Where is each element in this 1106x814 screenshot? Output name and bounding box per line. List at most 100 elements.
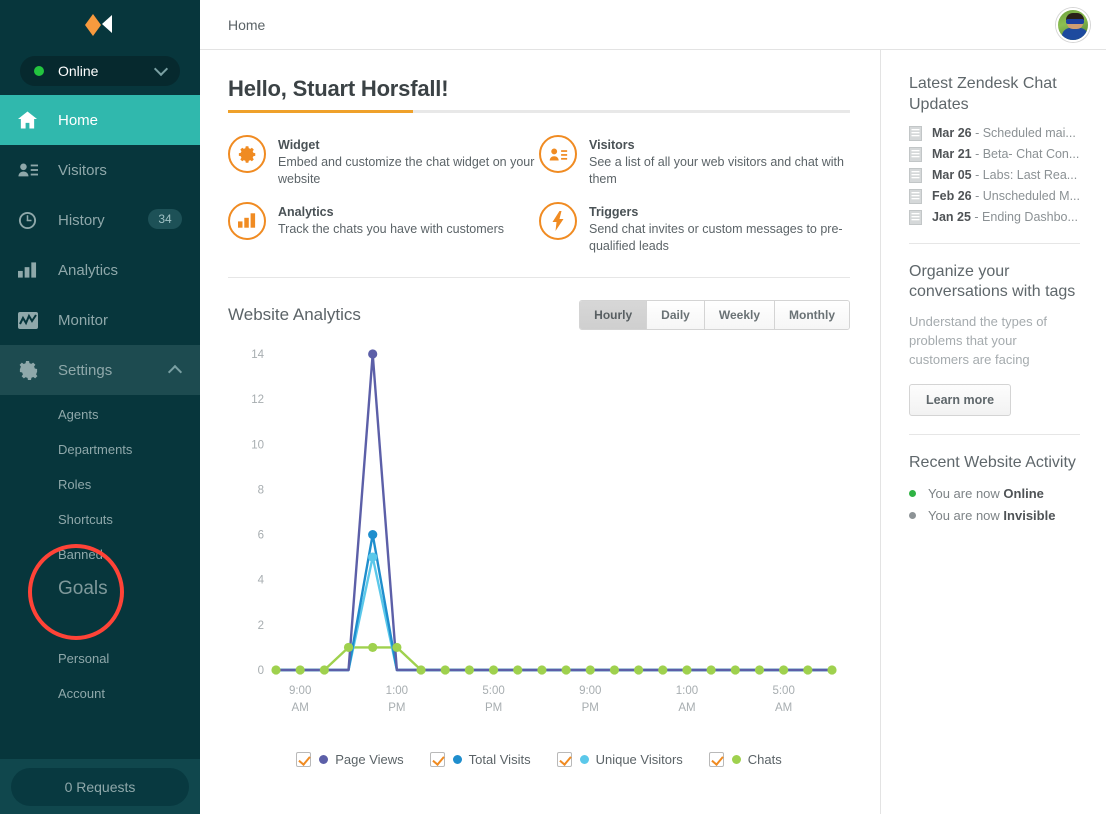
- bar-chart-icon: [18, 262, 44, 278]
- tab-weekly[interactable]: Weekly: [704, 300, 775, 329]
- sidebar-item-personal[interactable]: Personal: [0, 641, 200, 676]
- status-selector[interactable]: Online: [20, 56, 180, 86]
- update-text: Mar 21 - Beta- Chat Con...: [932, 147, 1080, 162]
- learn-more-button[interactable]: Learn more: [909, 383, 1012, 416]
- sidebar-item-agents[interactable]: Agents: [0, 397, 200, 432]
- sidebar-item-shortcuts-label: Shortcuts: [58, 512, 113, 527]
- sidebar-item-departments-label: Departments: [58, 442, 133, 457]
- chart-line-chats: [274, 645, 834, 671]
- sidebar-item-account[interactable]: Account: [0, 676, 200, 711]
- legend-color-dot: [452, 754, 462, 764]
- legend-item-total-visits[interactable]: Total Visits: [429, 751, 531, 767]
- breadcrumb: Home: [228, 16, 266, 33]
- legend-checkbox[interactable]: [556, 751, 572, 767]
- y-axis-tick-label: 8: [258, 484, 264, 496]
- update-item[interactable]: Jan 25 - Ending Dashbo...: [909, 209, 1080, 225]
- quick-link-analytics[interactable]: Analytics Track the chats you have with …: [228, 201, 539, 255]
- sidebar-item-roles[interactable]: Roles: [0, 467, 200, 502]
- tab-hourly[interactable]: Hourly: [580, 300, 648, 329]
- chart-point: [416, 664, 426, 675]
- bolt-icon: [539, 201, 577, 240]
- tab-monthly[interactable]: Monthly: [775, 300, 849, 329]
- update-item[interactable]: Mar 05 - Labs: Last Rea...: [909, 167, 1080, 183]
- requests-bar: 0 Requests: [0, 759, 200, 814]
- tab-daily[interactable]: Daily: [647, 300, 705, 329]
- x-axis-tick-period: AM: [678, 702, 695, 714]
- sidebar-item-home[interactable]: Home: [0, 95, 200, 145]
- y-axis-tick-label: 0: [258, 665, 264, 677]
- zendesk-chat-logo: [79, 12, 121, 38]
- sidebar-item-visitors[interactable]: Visitors: [0, 145, 200, 195]
- activity-state: Online: [1003, 485, 1044, 501]
- legend-checkbox[interactable]: [708, 751, 724, 767]
- quick-link-triggers[interactable]: Triggers Send chat invites or custom mes…: [539, 201, 850, 255]
- chart-point: [730, 664, 740, 675]
- avatar-body: [1062, 27, 1088, 40]
- legend-label: Unique Visitors: [595, 751, 683, 767]
- chart-point: [682, 664, 692, 675]
- chart-point: [368, 529, 378, 539]
- x-axis-tick-label: 1:00: [676, 685, 698, 697]
- update-date: Jan 25: [932, 210, 971, 225]
- sidebar-item-departments[interactable]: Departments: [0, 432, 200, 467]
- legend-item-unique-visitors[interactable]: Unique Visitors: [556, 751, 683, 767]
- chart-legend: Page Views Total Visits Unique Visitors Cha…: [228, 751, 850, 767]
- sidebar-item-settings[interactable]: Settings: [0, 345, 200, 395]
- chart-point: [634, 664, 644, 675]
- legend-item-page-views[interactable]: Page Views: [296, 751, 404, 767]
- sidebar-item-analytics[interactable]: Analytics: [0, 245, 200, 295]
- y-axis-tick-label: 4: [258, 574, 265, 586]
- x-axis-tick-label: 9:00: [579, 685, 601, 697]
- quick-link-visitors-desc: See a list of all your web visitors and …: [589, 155, 844, 186]
- y-axis-tick-label: 12: [251, 394, 264, 406]
- sidebar-item-goals[interactable]: Goals: [0, 544, 200, 640]
- document-icon: [909, 188, 922, 204]
- legend-checkbox[interactable]: [296, 751, 312, 767]
- quick-link-visitors-body: Visitors See a list of all your web visi…: [589, 135, 850, 188]
- legend-item-chats[interactable]: Chats: [708, 751, 782, 767]
- activity-item: You are now Invisible: [909, 508, 1080, 523]
- main-area: Home Hello, Stuart Horsfall! Widget Embe…: [200, 0, 1106, 814]
- legend-checkbox[interactable]: [429, 751, 445, 767]
- update-item[interactable]: Feb 26 - Unscheduled M...: [909, 188, 1080, 204]
- quick-link-analytics-body: Analytics Track the chats you have with …: [278, 202, 539, 255]
- home-icon: [18, 111, 44, 129]
- quick-link-analytics-desc: Track the chats you have with customers: [278, 221, 505, 236]
- x-axis-tick-label: 5:00: [482, 685, 504, 697]
- chart-point: [488, 664, 499, 675]
- quick-link-triggers-desc: Send chat invites or custom messages to …: [589, 221, 843, 253]
- chart-point: [368, 642, 378, 652]
- chart-point: [513, 664, 523, 675]
- app-root: Online Home Visitors History 34 Analytic…: [0, 0, 1106, 814]
- chart-point: [440, 664, 450, 675]
- sidebar-item-monitor-label: Monitor: [58, 311, 109, 329]
- x-axis-tick-period: PM: [485, 702, 502, 714]
- sidebar-item-shortcuts[interactable]: Shortcuts: [0, 502, 200, 537]
- document-icon: [909, 167, 922, 183]
- update-text: Mar 26 - Scheduled mai...: [932, 126, 1076, 141]
- status-label: Online: [58, 63, 99, 79]
- bar-chart-icon: [228, 201, 266, 240]
- update-item[interactable]: Mar 26 - Scheduled mai...: [909, 125, 1080, 141]
- sidebar-item-monitor[interactable]: Monitor: [0, 295, 200, 345]
- update-item[interactable]: Mar 21 - Beta- Chat Con...: [909, 146, 1080, 162]
- analytics-title: Website Analytics: [228, 304, 361, 324]
- user-avatar[interactable]: [1056, 7, 1090, 42]
- update-date: Mar 05: [932, 168, 972, 183]
- monitor-icon: [18, 311, 44, 329]
- x-axis-tick-period: PM: [388, 702, 405, 714]
- section-divider: [228, 276, 850, 278]
- activity-text: You are now Invisible: [928, 507, 1056, 523]
- sidebar-item-goals-label: Goals: [58, 577, 108, 599]
- legend-color-dot: [579, 754, 589, 764]
- requests-button[interactable]: 0 Requests: [11, 767, 189, 806]
- sidebar-item-history[interactable]: History 34: [0, 195, 200, 245]
- chart-point: [537, 664, 547, 675]
- quick-link-visitors[interactable]: Visitors See a list of all your web visi…: [539, 135, 850, 188]
- updates-list: Mar 26 - Scheduled mai... Mar 21 - Beta- …: [909, 125, 1080, 225]
- analytics-chart: 0 2 4 6 8 10 12 14 9:00 AM 1:00 PM 5:00 PM 9:00 PM 1:00 A…: [228, 340, 850, 767]
- quick-link-widget[interactable]: Widget Embed and customize the chat widg…: [228, 135, 539, 188]
- chart-point: [827, 664, 837, 675]
- center-column: Hello, Stuart Horsfall! Widget Embed and…: [200, 50, 880, 814]
- sidebar-item-banned-label: Banned: [58, 547, 103, 562]
